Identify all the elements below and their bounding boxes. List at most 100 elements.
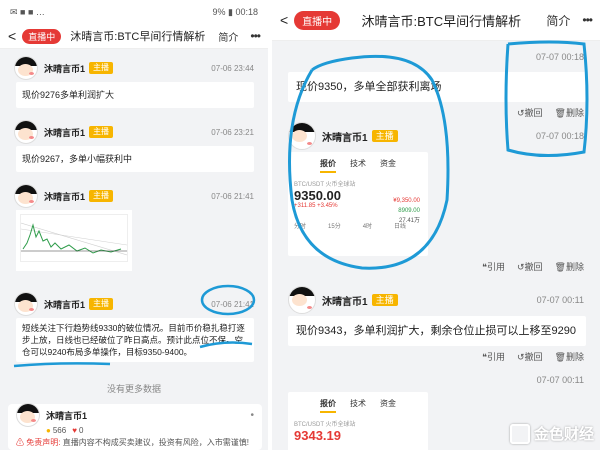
watermark-logo: 金色财经 — [509, 423, 594, 444]
timestamp: 07-07 00:18 — [535, 52, 584, 62]
live-badge: 直播中 — [294, 10, 341, 30]
anchor-card: 沐晴言币1 • ● 566 ♥ 0 ⚠ 免责声明: 直播内容不构成买卖建议，投资有风… — [8, 403, 262, 450]
tab-quote[interactable]: 报价 — [320, 398, 336, 413]
message-text: 现价9343，多单利润扩大，剩余仓位止损可以上移至9290 — [288, 316, 586, 346]
stat-volume: 27.41万 — [398, 218, 420, 224]
like-icon: ♥ — [72, 426, 77, 435]
tab-funds[interactable]: 资金 — [380, 398, 396, 413]
page-title: 沐晴言币:BTC早间行情解析 — [70, 31, 206, 43]
message-actions: ❝引用 ↺撤回 🗑删除 — [272, 346, 600, 363]
list-item: 沐晴言币1 主播 07-06 21:41 — [0, 182, 268, 271]
host-badge: 主播 — [89, 126, 114, 138]
intro-button[interactable]: 简介 — [214, 29, 242, 44]
author-name: 沐晴言币1 — [44, 127, 86, 138]
delete-button[interactable]: 🗑删除 — [555, 350, 584, 363]
host-badge: 主播 — [89, 298, 114, 310]
timestamp: 07-06 23:44 — [211, 63, 254, 73]
tab-tech[interactable]: 技术 — [350, 398, 366, 413]
warning-icon: ⚠ — [16, 438, 24, 447]
avatar[interactable] — [14, 56, 38, 80]
tab-4h[interactable]: 4时 — [363, 221, 372, 230]
back-button[interactable]: < — [0, 28, 22, 44]
author-name: 沐晴言币1 — [322, 132, 368, 144]
price-card[interactable]: 报价 技术 资金 BTC/USDT 火币全球站 9343.19 — [288, 392, 428, 450]
author-name: 沐晴言币1 — [44, 63, 86, 74]
fans-icon: ● — [46, 426, 51, 435]
list-item: 07-07 00:18 现价9350，多单全部获利离场 ↺撤回 🗑删除 — [272, 42, 600, 119]
disclaimer-label: 免责声明: — [26, 438, 61, 447]
revoke-button[interactable]: ↺撤回 — [517, 350, 543, 363]
fans-count: 566 — [52, 426, 67, 435]
list-item: 沐晴言币1 主播 07-07 00:18 报价 技术 资金 BTC/USDT 火… — [272, 120, 600, 273]
timestamp: 07-07 00:18 — [535, 131, 584, 141]
intro-button[interactable]: 简介 — [542, 12, 574, 29]
avatar[interactable] — [14, 120, 38, 144]
tab-tech[interactable]: 技术 — [350, 158, 366, 173]
right-screenshot: < 直播中 沐晴言币:BTC早间行情解析 简介 ••• 07-07 00:18 … — [272, 0, 600, 450]
more-icon[interactable]: ••• — [242, 29, 268, 43]
author-name: 沐晴言币1 — [46, 410, 88, 421]
host-badge: 主播 — [89, 190, 114, 202]
quote-tabs: 报价 技术 资金 — [288, 152, 428, 173]
delete-button[interactable]: 🗑删除 — [555, 260, 584, 273]
host-badge: 主播 — [371, 130, 398, 142]
list-item: 沐晴言币1 主播 07-06 23:21 现价9267，多单小幅获利中 — [0, 118, 268, 172]
avatar[interactable] — [288, 122, 316, 150]
tab-intraday[interactable]: 分时 — [294, 221, 306, 230]
avatar[interactable] — [14, 184, 38, 208]
more-icon[interactable]: • — [250, 410, 254, 421]
list-item: 沐晴言币1 主播 07-06 21:41 短线关注下行趋势线9330的破位情况。… — [0, 290, 268, 362]
timestamp: 07-07 00:11 — [536, 295, 584, 305]
tab-funds[interactable]: 资金 — [380, 158, 396, 173]
left-screenshot: ✉ ■ ■ … 9% ▮ 00:18 < 直播中 沐晴言币:BTC早间行情解析 … — [0, 0, 268, 450]
price-card[interactable]: 报价 技术 资金 BTC/USDT 火币全球站 9350.00 +311.85 … — [288, 152, 428, 256]
timestamp: 07-06 21:41 — [211, 299, 254, 309]
timestamp: 07-06 23:21 — [211, 127, 254, 137]
timestamp: 07-07 00:11 — [536, 375, 584, 385]
tab-quote[interactable]: 报价 — [320, 158, 336, 173]
delete-button[interactable]: 🗑删除 — [555, 106, 584, 119]
disclaimer: ⚠ 免责声明: 直播内容不构成买卖建议，投资有风险，入市需谨慎! — [8, 435, 262, 450]
header: < 直播中 沐晴言币:BTC早间行情解析 简介 ••• — [0, 24, 268, 49]
disclaimer-text: 直播内容不构成买卖建议，投资有风险，入市需谨慎! — [62, 438, 249, 447]
live-badge: 直播中 — [22, 28, 62, 44]
more-icon[interactable]: ••• — [574, 13, 600, 27]
likes-count: 0 — [78, 426, 84, 435]
stat-low: 8909.00 — [398, 208, 420, 214]
stat-cny: ¥9,350.00 — [393, 198, 420, 204]
avatar[interactable] — [288, 286, 316, 314]
page-title: 沐晴言币:BTC早间行情解析 — [361, 13, 522, 29]
chart-thumbnail — [20, 214, 128, 262]
list-item: 沐晴言币1 主播 07-07 00:11 现价9343，多单利润扩大，剩余仓位止… — [272, 284, 600, 363]
message-text: 现价9267，多单小幅获利中 — [16, 146, 254, 172]
quote-button[interactable]: ❝引用 — [482, 260, 505, 273]
quote-button[interactable]: ❝引用 — [482, 350, 505, 363]
host-badge: 主播 — [89, 62, 114, 74]
host-badge: 主播 — [371, 294, 398, 306]
header: < 直播中 沐晴言币:BTC早间行情解析 简介 ••• — [272, 0, 600, 41]
author-name: 沐晴言币1 — [44, 299, 86, 310]
message-actions: ↺撤回 🗑删除 — [272, 102, 600, 119]
pair-label: BTC/USDT 火币全球站 — [294, 422, 356, 428]
quote-tabs: 报价 技术 资金 — [288, 392, 428, 413]
chart-image[interactable] — [16, 210, 132, 271]
status-right: 9% ▮ 00:18 — [212, 6, 258, 17]
revoke-button[interactable]: ↺撤回 — [517, 106, 543, 119]
price-value: 9343.19 — [294, 428, 341, 443]
pair-label: BTC/USDT 火币全球站 — [294, 182, 356, 188]
author-name: 沐晴言币1 — [44, 191, 86, 202]
back-button[interactable]: < — [272, 12, 294, 28]
status-bar: ✉ ■ ■ … 9% ▮ 00:18 — [0, 0, 268, 24]
avatar[interactable] — [16, 403, 40, 427]
anchor-stats: ● 566 ♥ 0 — [8, 426, 262, 435]
revoke-button[interactable]: ↺撤回 — [517, 260, 543, 273]
author-name: 沐晴言币1 — [322, 296, 368, 308]
avatar[interactable] — [14, 292, 38, 316]
side-stats: ¥9,350.00 8909.00 27.41万 — [393, 196, 420, 226]
watermark-text: 金色财经 — [533, 426, 594, 443]
message-text: 现价9350，多单全部获利离场 — [288, 72, 586, 102]
logo-icon — [509, 423, 530, 444]
tab-15m[interactable]: 15分 — [328, 221, 341, 230]
message-text: 现价9276多单利润扩大 — [16, 82, 254, 108]
list-item: 沐晴言币1 主播 07-06 23:44 现价9276多单利润扩大 — [0, 54, 268, 108]
